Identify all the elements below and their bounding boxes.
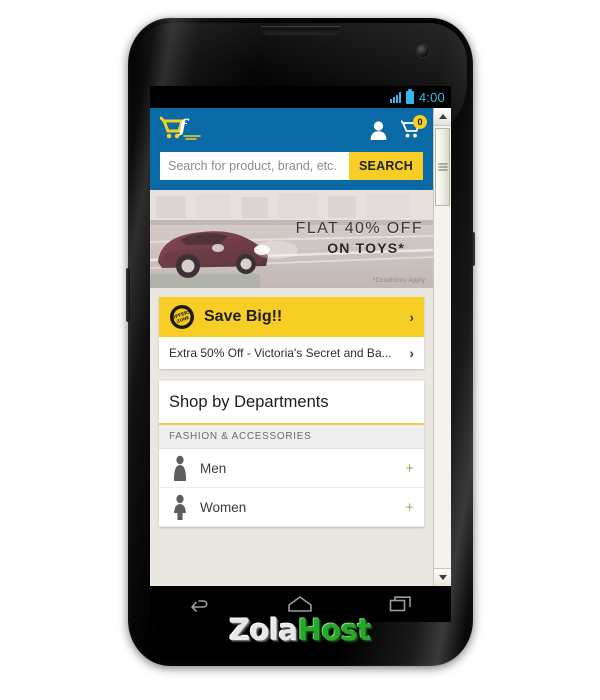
sports-car-banner-image [150, 190, 433, 288]
scroll-down-arrow-icon[interactable] [434, 568, 451, 586]
offers-zone-badge: OFFERS ZONE [169, 304, 195, 330]
departments-card: Shop by Departments FASHION & ACCESSORIE… [159, 381, 424, 527]
svg-text:f: f [177, 116, 190, 137]
home-icon[interactable] [287, 595, 313, 613]
status-bar-clock: 4:00 [418, 89, 445, 105]
scroll-up-arrow-icon[interactable] [434, 108, 451, 126]
department-label: Women [200, 499, 247, 515]
departments-section-header: FASHION & ACCESSORIES [159, 425, 424, 449]
phone-screen: 4:00 f 0 Search for product, brand, etc.… [150, 86, 451, 586]
volume-button[interactable] [126, 268, 130, 322]
chevron-right-icon: › [409, 309, 414, 325]
expand-plus-icon[interactable]: + [405, 461, 414, 476]
signal-bars-icon [389, 91, 401, 103]
scrollbar-grip-icon [438, 162, 447, 173]
promo-offer-row[interactable]: Extra 50% Off - Victoria's Secret and Ba… [159, 337, 424, 369]
vertical-scrollbar[interactable] [433, 108, 451, 586]
app-header: f 0 Search for product, brand, etc. SEAR… [150, 108, 433, 190]
watermark-part-two: Host [297, 613, 372, 647]
search-placeholder: Search for product, brand, etc. [168, 159, 337, 173]
offers-card: OFFERS ZONE Save Big!! › Extra 50% Off -… [159, 297, 424, 369]
cart-button[interactable]: 0 [401, 115, 427, 140]
banner-headline: FLAT 40% OFF [295, 220, 423, 237]
front-camera [417, 45, 429, 57]
banner-disclaimer: *Conditions Apply [372, 278, 425, 284]
department-item-women[interactable]: Women + [159, 488, 424, 527]
promo-banner[interactable]: FLAT 40% OFF ON TOYS* *Conditions Apply [150, 190, 433, 288]
cart-count-badge: 0 [413, 115, 427, 129]
save-big-label: Save Big!! [204, 308, 283, 325]
power-button[interactable] [471, 232, 475, 266]
back-arrow-icon[interactable] [188, 595, 212, 613]
zolahost-watermark: ZolaHost [229, 616, 371, 645]
expand-plus-icon[interactable]: + [405, 500, 414, 515]
earpiece-speaker [260, 26, 341, 35]
promo-offer-label: Extra 50% Off - Victoria's Secret and Ba… [169, 346, 392, 360]
screenshot-stage: 4:00 f 0 Search for product, brand, etc.… [0, 0, 600, 700]
man-silhouette-icon [169, 455, 191, 481]
user-account-icon[interactable] [370, 120, 387, 140]
search-button[interactable]: SEARCH [349, 152, 423, 180]
chevron-right-icon: › [409, 345, 414, 361]
web-page: f 0 Search for product, brand, etc. SEAR… [150, 108, 433, 586]
battery-full-icon [405, 88, 414, 104]
save-big-row[interactable]: OFFERS ZONE Save Big!! › [159, 297, 424, 337]
status-bar: 4:00 [150, 86, 451, 108]
departments-title: Shop by Departments [159, 381, 424, 425]
recent-apps-icon[interactable] [389, 595, 413, 613]
app-header-actions: 0 [370, 115, 427, 140]
woman-silhouette-icon [169, 494, 191, 520]
department-item-men[interactable]: Men + [159, 449, 424, 488]
watermark-part-one: Zola [229, 613, 298, 647]
department-label: Men [200, 460, 227, 476]
browser-viewport: f 0 Search for product, brand, etc. SEAR… [150, 108, 451, 586]
banner-subline: ON TOYS* [327, 240, 405, 256]
app-header-top-row: f 0 [150, 108, 433, 152]
shopping-cart-f-logo[interactable]: f [160, 115, 212, 145]
search-row: Search for product, brand, etc. SEARCH [150, 152, 433, 190]
phone-device: 4:00 f 0 Search for product, brand, etc.… [126, 18, 475, 666]
scrollbar-thumb[interactable] [435, 128, 450, 206]
search-input[interactable]: Search for product, brand, etc. [160, 152, 350, 180]
